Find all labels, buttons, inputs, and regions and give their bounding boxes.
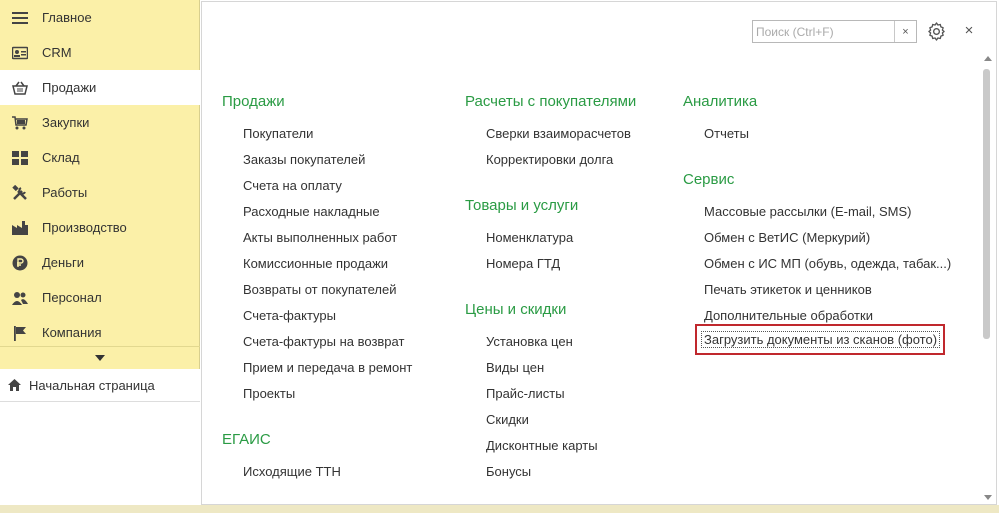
sidebar-item-label: Персонал (42, 290, 102, 305)
link-bonuses[interactable]: Бонусы (486, 464, 531, 479)
chevron-down-icon (95, 354, 105, 361)
sidebar-item-warehouse[interactable]: Склад (0, 140, 200, 175)
search-input[interactable] (753, 21, 894, 42)
flag-icon (11, 324, 29, 342)
link-gtd-numbers[interactable]: Номера ГТД (486, 256, 560, 271)
sidebar: Главное CRM Продажи Закупки Склад Работы… (0, 0, 200, 513)
link-reports[interactable]: Отчеты (704, 126, 749, 141)
link-projects[interactable]: Проекты (243, 386, 295, 401)
close-button[interactable]: × (961, 22, 977, 40)
sidebar-menu: Главное CRM Продажи Закупки Склад Работы… (0, 0, 200, 347)
menu-icon (11, 9, 29, 27)
sidebar-item-label: Компания (42, 325, 102, 340)
scroll-up-arrow-icon[interactable] (984, 56, 992, 61)
sidebar-item-company[interactable]: Компания (0, 315, 200, 350)
link-outgoing-ttn[interactable]: Исходящие ТТН (243, 464, 341, 479)
link-print-labels[interactable]: Печать этикеток и ценников (704, 282, 872, 297)
link-load-scans[interactable]: Загрузить документы из сканов (фото) (701, 331, 941, 348)
search-box: × (752, 20, 917, 43)
section-heading-sales: Продажи (222, 93, 285, 110)
vertical-scrollbar[interactable] (981, 54, 993, 502)
tools-icon (11, 184, 29, 202)
link-sales-waybills[interactable]: Расходные накладные (243, 204, 380, 219)
sidebar-item-label: Продажи (42, 80, 97, 95)
link-extra-processing[interactable]: Дополнительные обработки (704, 308, 873, 323)
link-invoices[interactable]: Счета на оплату (243, 178, 342, 193)
sidebar-item-works[interactable]: Работы (0, 175, 200, 210)
section-heading-service: Сервис (683, 171, 735, 188)
sidebar-item-production[interactable]: Производство (0, 210, 200, 245)
link-ismp-exchange[interactable]: Обмен с ИС МП (обувь, одежда, табак...) (704, 256, 951, 271)
scrollbar-thumb[interactable] (983, 69, 990, 339)
link-customer-orders[interactable]: Заказы покупателей (243, 152, 365, 167)
gear-icon[interactable] (927, 22, 946, 41)
link-price-lists[interactable]: Прайс-листы (486, 386, 565, 401)
link-set-prices[interactable]: Установка цен (486, 334, 573, 349)
sidebar-item-label: Производство (42, 220, 127, 235)
sidebar-item-label: Главное (42, 10, 92, 25)
link-mass-mailing[interactable]: Массовые рассылки (E-mail, SMS) (704, 204, 912, 219)
section-heading-analytics: Аналитика (683, 93, 758, 110)
clear-search-button[interactable]: × (894, 21, 916, 42)
home-icon (7, 378, 21, 392)
sidebar-item-crm[interactable]: CRM (0, 35, 200, 70)
sidebar-item-main[interactable]: Главное (0, 0, 200, 35)
sidebar-item-sales[interactable]: Продажи (0, 70, 200, 105)
sidebar-item-staff[interactable]: Персонал (0, 280, 200, 315)
section-heading-goods: Товары и услуги (465, 197, 579, 214)
ruble-coin-icon (11, 254, 29, 272)
scroll-down-arrow-icon[interactable] (984, 495, 992, 500)
home-page-link[interactable]: Начальная страница (0, 369, 200, 402)
link-vetis-exchange[interactable]: Обмен с ВетИС (Меркурий) (704, 230, 870, 245)
sidebar-item-money[interactable]: Деньги (0, 245, 200, 280)
section-heading-egais: ЕГАИС (222, 431, 271, 448)
section-heading-prices: Цены и скидки (465, 301, 567, 318)
cart-icon (11, 114, 29, 132)
highlight-frame: Загрузить документы из сканов (фото) (695, 324, 945, 355)
section-heading-settlements: Расчеты с покупателями (465, 93, 637, 110)
link-customers[interactable]: Покупатели (243, 126, 313, 141)
sidebar-item-purchases[interactable]: Закупки (0, 105, 200, 140)
link-discount-cards[interactable]: Дисконтные карты (486, 438, 598, 453)
link-customer-returns[interactable]: Возвраты от покупателей (243, 282, 397, 297)
bottom-border-strip (0, 505, 999, 513)
crm-card-icon (11, 44, 29, 62)
sales-panel: × × Продажи Покупатели Заказы покупателе… (201, 1, 997, 505)
sidebar-item-label: Закупки (42, 115, 90, 130)
sidebar-item-label: Деньги (42, 255, 84, 270)
people-icon (11, 289, 29, 307)
link-discounts[interactable]: Скидки (486, 412, 529, 427)
home-page-label: Начальная страница (29, 377, 155, 393)
link-nomenclature[interactable]: Номенклатура (486, 230, 573, 245)
link-vat-invoices[interactable]: Счета-фактуры (243, 308, 336, 323)
sidebar-item-label: Склад (42, 150, 80, 165)
sidebar-empty-area (0, 402, 200, 513)
link-repair-transfer[interactable]: Прием и передача в ремонт (243, 360, 412, 375)
sidebar-item-label: Работы (42, 185, 88, 200)
link-commission-sales[interactable]: Комиссионные продажи (243, 256, 388, 271)
link-work-acts[interactable]: Акты выполненных работ (243, 230, 397, 245)
warehouse-grid-icon (11, 149, 29, 167)
link-return-vat-invoices[interactable]: Счета-фактуры на возврат (243, 334, 404, 349)
factory-icon (11, 219, 29, 237)
link-price-types[interactable]: Виды цен (486, 360, 544, 375)
sidebar-item-label: CRM (42, 45, 72, 60)
sidebar-expand-button[interactable] (0, 346, 200, 368)
link-reconciliations[interactable]: Сверки взаиморасчетов (486, 126, 631, 141)
link-debt-adjustments[interactable]: Корректировки долга (486, 152, 613, 167)
basket-icon (11, 79, 29, 97)
